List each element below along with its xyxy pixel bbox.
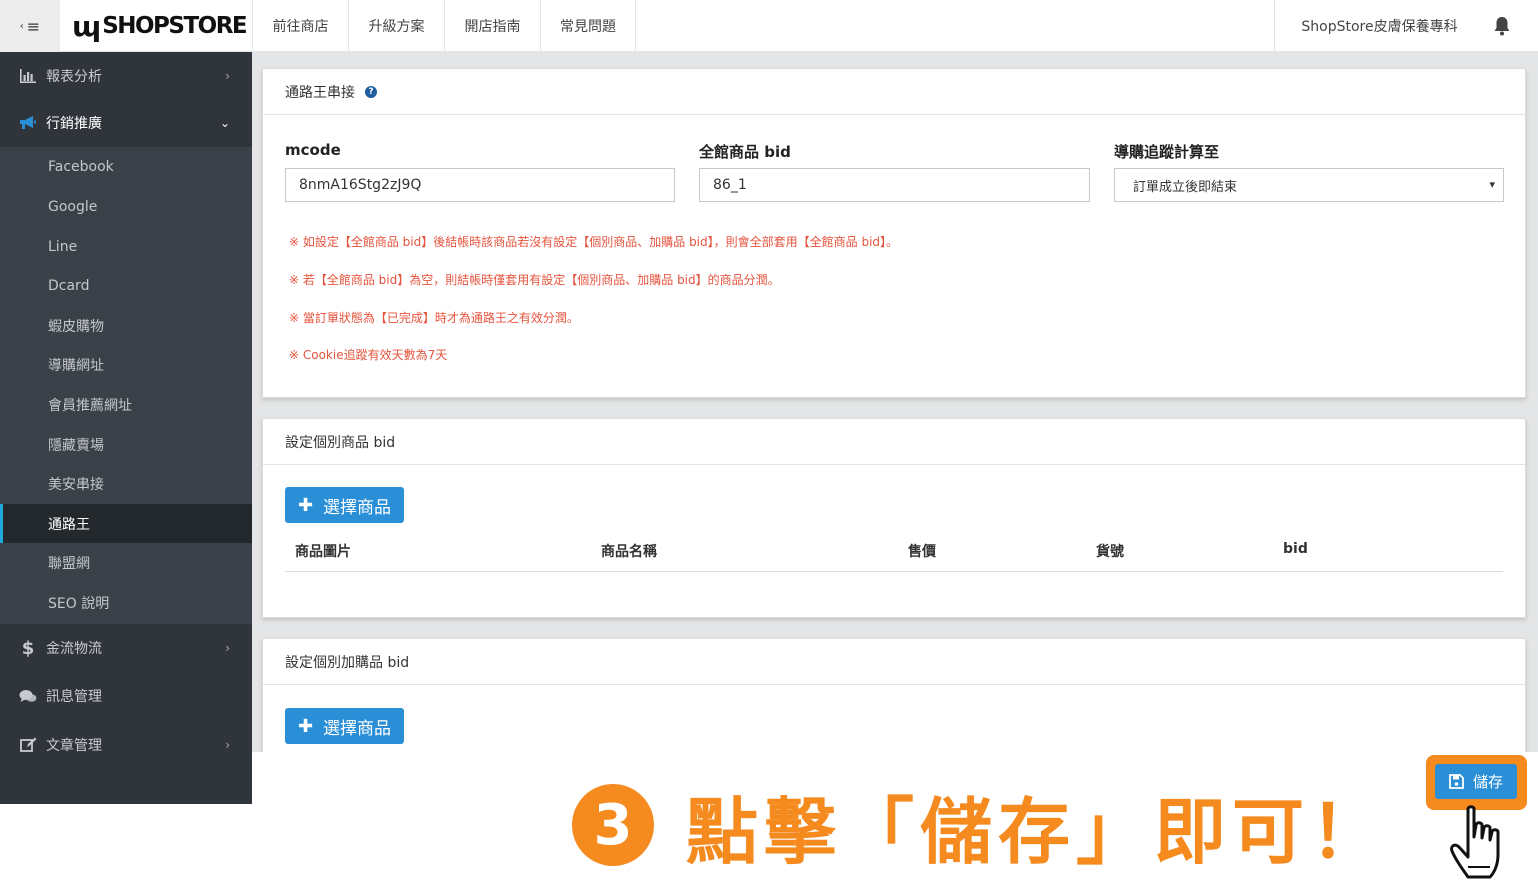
nav-faq[interactable]: 常見問題 [540,0,636,52]
select-product-button[interactable]: ✚ 選擇商品 [285,487,404,523]
plus-icon: ✚ [297,494,314,516]
sidebar-item-articles[interactable]: 文章管理 › [0,720,252,769]
logo[interactable]: ɰ SHOPSTORE [60,0,252,52]
card-header: 通路王串接 ? [263,69,1525,115]
sidebar-item-label: 報表分析 [46,68,102,85]
sidebar: 報表分析 › 行銷推廣 ⌄ Facebook Google Line Dcard… [0,52,252,804]
chevron-right-icon: › [225,641,230,655]
save-button-label: 儲存 [1472,773,1503,791]
sidebar-subitem-hidden-store[interactable]: 隱藏賣場 [0,425,252,464]
column-header-name: 商品名稱 [601,544,657,560]
select-addon-product-button[interactable]: ✚ 選擇商品 [285,708,404,744]
table-divider [285,571,1503,572]
column-header-image: 商品圖片 [295,544,351,560]
instruction-text: 點擊「儲存」即可！ [686,789,1389,874]
hand-pointer-icon [1446,805,1514,881]
bell-icon[interactable] [1488,13,1516,39]
card-title: 通路王串接 [285,84,355,101]
chevron-right-icon: › [225,737,230,752]
sidebar-subitem-affiliate[interactable]: 聯盟網 [0,543,252,582]
sidebar-item-messages[interactable]: 訊息管理 [0,672,252,720]
mcode-label: mcode [285,141,341,159]
card-title: 設定個別加購品 bid [285,654,410,671]
channel-king-settings-card: 通路王串接 ? mcode 8nmA16Stg2zJ9Q 全館商品 bid 86… [262,68,1526,398]
tracking-label: 導購追蹤計算至 [1114,143,1220,161]
sidebar-subitem-seo[interactable]: SEO 說明 [0,583,252,622]
product-bid-card: 設定個別商品 bid ✚ 選擇商品 商品圖片 商品名稱 售價 貨號 bid [262,418,1526,618]
card-title: 設定個別商品 bid [285,434,396,451]
column-header-bid: bid [1283,541,1308,557]
comments-icon [18,689,38,704]
sidebar-subitem-channel-king[interactable]: 通路王 [0,504,252,543]
hamburger-icon: ≡ [26,16,41,36]
sidebar-item-label: 金流物流 [46,641,102,657]
chevron-right-icon: › [225,68,230,83]
sidebar-item-marketing[interactable]: 行銷推廣 ⌄ [0,99,252,147]
sidebar-subitem-facebook[interactable]: Facebook [0,147,252,186]
nav-go-to-store[interactable]: 前往商店 [252,0,348,52]
sidebar-subitem-referral-url[interactable]: 導購網址 [0,345,252,384]
note-3: ※ 當訂單狀態為【已完成】時才為通路王之有效分潤。 [289,311,579,325]
tracking-select[interactable]: 訂單成立後即結束 ▾ [1114,168,1504,202]
chevron-down-icon: ⌄ [219,116,230,130]
sidebar-subitem-line[interactable]: Line [0,227,252,266]
tracking-select-value: 訂單成立後即結束 [1133,179,1238,195]
note-2: ※ 若【全館商品 bid】為空，則結帳時僅套用有設定【個別商品、加購品 bid】… [289,273,780,287]
megaphone-icon [18,115,38,131]
marketing-submenu: Facebook Google Line Dcard 蝦皮購物 導購網址 會員推… [0,147,252,624]
card-header: 設定個別商品 bid [263,419,1525,465]
sidebar-subitem-shopee[interactable]: 蝦皮購物 [0,306,252,345]
mcode-input[interactable]: 8nmA16Stg2zJ9Q [285,168,675,202]
main-content: 通路王串接 ? mcode 8nmA16Stg2zJ9Q 全館商品 bid 86… [252,52,1538,752]
edit-icon [18,737,38,753]
button-label: 選擇商品 [323,718,392,739]
instruction-callout: 3 點擊「儲存」即可！ [572,780,1388,874]
bar-chart-icon [18,68,38,83]
sidebar-subitem-dcard[interactable]: Dcard [0,266,252,305]
logo-text: SHOPSTORE [102,13,247,39]
chevron-left-icon: ‹ [19,20,24,32]
addon-bid-card: 設定個別加購品 bid ✚ 選擇商品 [262,638,1526,752]
top-bar: ‹ ≡ ɰ SHOPSTORE 前往商店 升級方案 開店指南 常見問題 Shop… [0,0,1538,52]
sidebar-item-label: 行銷推廣 [46,116,102,132]
sidebar-subitem-market-america[interactable]: 美安串接 [0,464,252,503]
note-1: ※ 如設定【全館商品 bid】後結帳時該商品若沒有設定【個別商品、加購品 bid… [289,235,899,249]
floppy-icon [1449,774,1464,789]
sidebar-subitem-member-referral[interactable]: 會員推薦網址 [0,385,252,424]
column-header-sku: 貨號 [1096,544,1124,560]
sidebar-subitem-google[interactable]: Google [0,187,252,226]
sidebar-item-label: 訊息管理 [46,689,102,705]
sidebar-toggle-button[interactable]: ‹ ≡ [0,0,60,52]
note-4: ※ Cookie追蹤有效天數為7天 [289,348,448,362]
store-bid-input[interactable]: 86_1 [699,168,1090,202]
nav-upgrade-plan[interactable]: 升級方案 [348,0,444,52]
dollar-icon: $ [21,637,35,659]
store-name[interactable]: ShopStore皮膚保養專科 [1274,0,1484,52]
card-header: 設定個別加購品 bid [263,639,1525,685]
plus-icon: ✚ [297,715,314,737]
button-label: 選擇商品 [323,497,392,518]
column-header-price: 售價 [908,544,936,560]
chevron-down-icon: ▾ [1489,178,1495,191]
step-number-badge: 3 [572,784,654,866]
save-button[interactable]: 儲存 [1435,764,1517,799]
sidebar-item-reports[interactable]: 報表分析 › [0,52,252,99]
nav-store-guide[interactable]: 開店指南 [444,0,540,52]
sidebar-item-payment-logistics[interactable]: $ 金流物流 › [0,624,252,672]
store-bid-label: 全館商品 bid [699,143,791,161]
logo-mark: ɰ [72,9,101,43]
help-icon[interactable]: ? [365,85,377,98]
sidebar-item-label: 文章管理 [46,737,102,754]
